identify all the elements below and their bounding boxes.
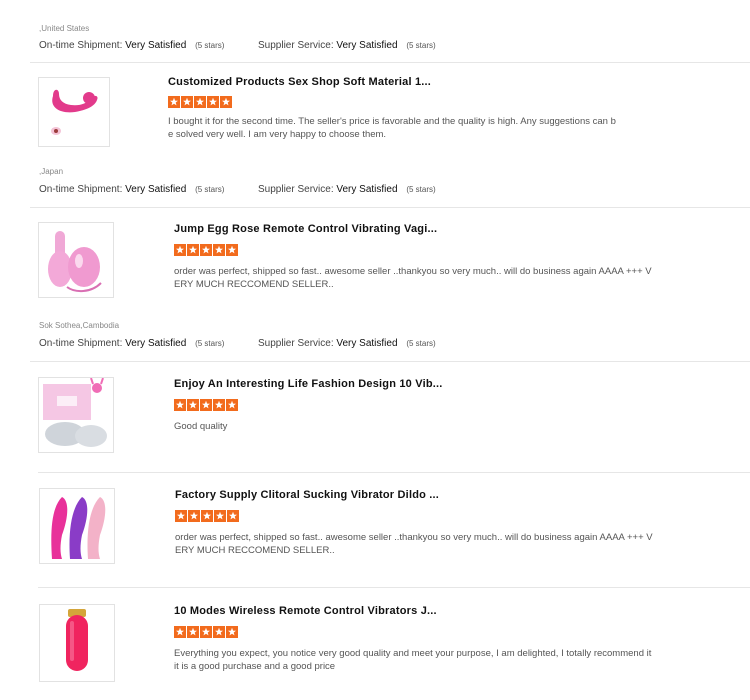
star-icon <box>214 510 226 522</box>
pink-u-shaped-product-icon <box>51 89 98 135</box>
pink-bullet-icon <box>66 609 88 671</box>
supplier-value: Very Satisfied <box>336 40 398 51</box>
product-image[interactable] <box>38 77 110 147</box>
reviewer-location: ,Japan <box>39 167 64 176</box>
supplier-value: Very Satisfied <box>336 184 398 195</box>
star-icon <box>187 399 199 411</box>
product-title[interactable]: Enjoy An Interesting Life Fashion Design… <box>174 378 443 390</box>
ontime-value: Very Satisfied <box>125 338 187 349</box>
supplier-value: Very Satisfied <box>336 338 398 349</box>
product-title[interactable]: Jump Egg Rose Remote Control Vibrating V… <box>174 223 437 235</box>
packaging-box-icon <box>43 378 107 447</box>
star-rating <box>174 244 239 258</box>
reviewer-location: ,United States <box>39 24 90 33</box>
star-icon <box>226 626 238 638</box>
ontime-label: On-time Shipment: <box>39 40 123 51</box>
star-icon <box>174 626 186 638</box>
review-text: I bought it for the second time. The sel… <box>168 116 616 140</box>
star-rating <box>174 626 239 640</box>
supplier-label: Supplier Service: <box>258 338 334 349</box>
product-image[interactable] <box>38 222 114 298</box>
review-text: Good quality <box>174 421 228 432</box>
star-icon <box>213 399 225 411</box>
star-rating <box>168 96 233 110</box>
supplier-stars: (5 stars) <box>406 41 436 50</box>
product-title[interactable]: 10 Modes Wireless Remote Control Vibrato… <box>174 605 437 617</box>
star-icon <box>174 399 186 411</box>
supplier-label: Supplier Service: <box>258 40 334 51</box>
review-text: order was perfect, shipped so fast.. awe… <box>174 266 652 290</box>
ontime-value: Very Satisfied <box>125 40 187 51</box>
ontime-value: Very Satisfied <box>125 184 187 195</box>
star-icon <box>168 96 180 108</box>
three-vibrators-icon <box>51 497 106 559</box>
star-icon <box>227 510 239 522</box>
star-icon <box>188 510 200 522</box>
shipment-rating-row: On-time Shipment: Very Satisfied (5 star… <box>39 40 436 51</box>
divider <box>30 207 750 208</box>
ontime-stars: (5 stars) <box>195 339 225 348</box>
star-icon <box>220 96 232 108</box>
star-icon <box>187 626 199 638</box>
star-icon <box>213 244 225 256</box>
product-image[interactable] <box>39 604 115 682</box>
star-rating <box>174 399 239 413</box>
star-icon <box>201 510 213 522</box>
product-title[interactable]: Customized Products Sex Shop Soft Materi… <box>168 76 431 88</box>
shipment-rating-row: On-time Shipment: Very Satisfied (5 star… <box>39 184 436 195</box>
product-image[interactable] <box>39 488 115 564</box>
divider <box>30 361 750 362</box>
star-icon <box>181 96 193 108</box>
divider <box>30 62 750 63</box>
review-text: order was perfect, shipped so fast.. awe… <box>175 532 653 556</box>
star-icon <box>200 244 212 256</box>
ontime-label: On-time Shipment: <box>39 338 123 349</box>
star-icon <box>175 510 187 522</box>
divider <box>38 472 750 473</box>
ontime-stars: (5 stars) <box>195 185 225 194</box>
star-icon <box>200 399 212 411</box>
supplier-label: Supplier Service: <box>258 184 334 195</box>
ontime-stars: (5 stars) <box>195 41 225 50</box>
review-text: Everything you expect, you notice very g… <box>174 648 652 672</box>
pink-egg-remote-icon <box>48 231 102 293</box>
star-icon <box>226 244 238 256</box>
reviewer-location: Sok Sothea,Cambodia <box>39 321 120 330</box>
star-icon <box>174 244 186 256</box>
star-icon <box>226 399 238 411</box>
star-rating <box>175 510 240 524</box>
supplier-stars: (5 stars) <box>406 185 436 194</box>
ontime-label: On-time Shipment: <box>39 184 123 195</box>
star-icon <box>207 96 219 108</box>
divider <box>38 587 750 588</box>
supplier-stars: (5 stars) <box>406 339 436 348</box>
shipment-rating-row: On-time Shipment: Very Satisfied (5 star… <box>39 338 436 349</box>
star-icon <box>200 626 212 638</box>
star-icon <box>187 244 199 256</box>
star-icon <box>213 626 225 638</box>
product-image[interactable] <box>38 377 114 453</box>
star-icon <box>194 96 206 108</box>
product-title[interactable]: Factory Supply Clitoral Sucking Vibrator… <box>175 489 439 501</box>
